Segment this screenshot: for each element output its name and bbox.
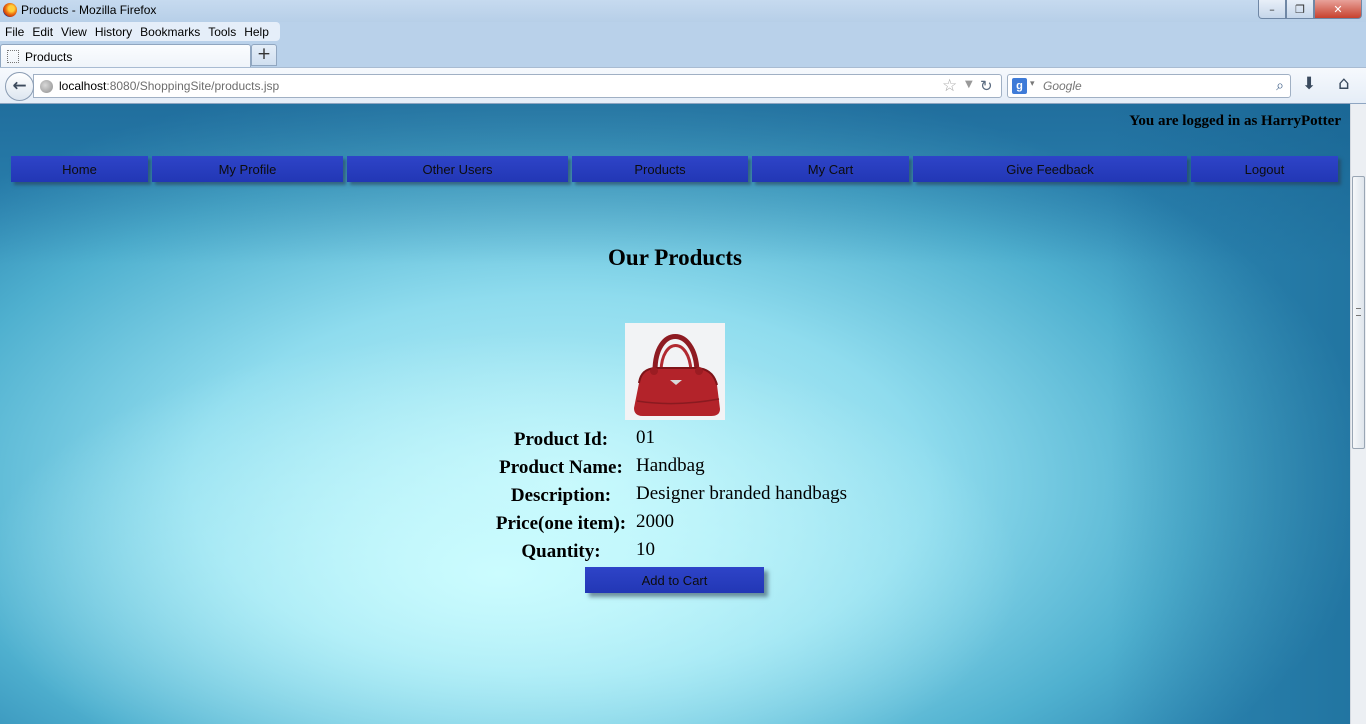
search-icon[interactable]: ⌕ [1276, 78, 1284, 94]
page-viewport: You are logged in as HarryPotter Home My… [0, 104, 1350, 724]
menu-bookmarks[interactable]: Bookmarks [140, 25, 200, 39]
nav-home[interactable]: Home [11, 156, 148, 182]
tab-strip: Products + [0, 41, 1366, 69]
new-tab-button[interactable]: + [251, 44, 277, 66]
url-path: :8080/ShoppingSite/products.jsp [106, 79, 280, 93]
page-title: Our Products [608, 245, 742, 270]
nav-my-profile[interactable]: My Profile [152, 156, 343, 182]
nav-logout[interactable]: Logout [1191, 156, 1338, 182]
globe-icon [40, 80, 53, 93]
menu-view[interactable]: View [61, 25, 87, 39]
menu-bar: File Edit View History Bookmarks Tools H… [0, 22, 280, 41]
menu-help[interactable]: Help [244, 25, 269, 39]
home-icon[interactable]: ⌂ [1338, 73, 1349, 94]
product-name-value: Handbag [636, 455, 705, 476]
description-value: Designer branded handbags [636, 483, 848, 504]
menu-file[interactable]: File [5, 25, 24, 39]
downloads-icon[interactable]: ⬇ [1302, 74, 1316, 94]
nav-other-users[interactable]: Other Users [347, 156, 568, 182]
menu-edit[interactable]: Edit [32, 25, 53, 39]
google-icon[interactable]: g [1012, 78, 1027, 94]
url-bar[interactable]: localhost:8080/ShoppingSite/products.jsp… [33, 74, 1002, 98]
firefox-logo-icon [3, 3, 17, 17]
history-dropdown-icon[interactable]: ▼ [965, 79, 973, 90]
search-engine-dropdown-icon[interactable]: ▾ [1030, 79, 1035, 89]
url-text: localhost:8080/ShoppingSite/products.jsp [59, 79, 279, 93]
vertical-scrollbar[interactable] [1350, 104, 1366, 724]
price-label: Price(one item): [495, 513, 627, 534]
menu-history[interactable]: History [95, 25, 132, 39]
search-bar[interactable]: g ▾ Google ⌕ [1007, 74, 1291, 98]
maximize-button[interactable]: ❐ [1286, 0, 1314, 19]
login-status: You are logged in as HarryPotter [1129, 113, 1341, 129]
quantity-value: 10 [636, 539, 655, 560]
product-id-value: 01 [636, 427, 655, 448]
product-name-label: Product Name: [499, 457, 623, 478]
minimize-button[interactable]: – [1258, 0, 1286, 19]
blank-page-icon [7, 50, 19, 63]
url-host: localhost [59, 79, 107, 93]
nav-products[interactable]: Products [572, 156, 748, 182]
nav-my-cart[interactable]: My Cart [752, 156, 909, 182]
bookmark-star-icon[interactable]: ☆ [942, 76, 957, 96]
scrollbar-thumb[interactable] [1352, 176, 1365, 449]
back-button[interactable]: ← [5, 72, 34, 101]
nav-give-feedback[interactable]: Give Feedback [913, 156, 1187, 182]
handbag-icon [625, 323, 725, 420]
search-placeholder: Google [1043, 79, 1082, 93]
menu-tools[interactable]: Tools [208, 25, 236, 39]
window-title: Products - Mozilla Firefox [21, 3, 157, 17]
product-image [625, 323, 725, 420]
tab-label: Products [25, 50, 73, 64]
grip-icon [1356, 308, 1361, 316]
window-title-bar: Products - Mozilla Firefox – ❐ ✕ [0, 0, 1366, 22]
reload-icon[interactable]: ↻ [980, 77, 993, 95]
quantity-label: Quantity: [521, 541, 601, 562]
add-to-cart-button[interactable]: Add to Cart [585, 567, 764, 593]
tab-products[interactable]: Products [0, 44, 251, 69]
product-id-label: Product Id: [513, 429, 609, 450]
close-button[interactable]: ✕ [1314, 0, 1362, 19]
price-value: 2000 [636, 511, 674, 532]
navigation-toolbar: localhost:8080/ShoppingSite/products.jsp… [0, 67, 1366, 104]
site-navigation: Home My Profile Other Users Products My … [11, 156, 1339, 182]
description-label: Description: [510, 485, 612, 506]
window-controls: – ❐ ✕ [1258, 0, 1362, 19]
